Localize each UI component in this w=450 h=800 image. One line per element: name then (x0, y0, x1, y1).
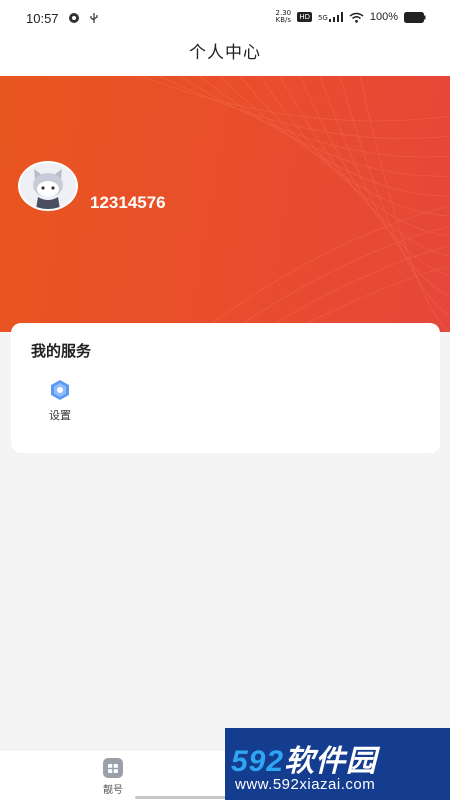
network-type: 5G (318, 12, 343, 22)
services-title: 我的服务 (31, 342, 92, 360)
net-speed: 2.30 KB/s (275, 10, 292, 24)
notification-icon (69, 13, 79, 23)
watermark-brand-num: 592 (231, 745, 285, 778)
wifi-icon (349, 12, 364, 23)
settings-hex-icon (51, 380, 69, 400)
watermark-brand-text: 软件园 (284, 745, 378, 778)
watermark-url: www.592xiazai.com (235, 776, 376, 793)
signal-icon (328, 12, 343, 22)
hd-badge: HD (297, 12, 312, 22)
net-speed-unit: KB/s (275, 16, 292, 24)
status-time: 10:57 (26, 11, 59, 26)
grid-box-icon (103, 758, 123, 778)
tab-number[interactable]: 靓号 (83, 757, 143, 796)
battery-icon (404, 11, 426, 23)
avatar[interactable] (18, 161, 78, 211)
usb-icon (90, 13, 98, 23)
status-bar: 10:57 2.30 KB/s HD 5G 100% (0, 0, 450, 38)
profile-banner: 12314576 (0, 76, 450, 332)
user-id: 12314576 (90, 193, 166, 212)
avatar-cat-icon (20, 163, 76, 209)
watermark-logo: 592软件园 www.592xiazai.com (225, 728, 450, 800)
battery-percent: 100% (369, 11, 398, 23)
service-item-settings[interactable]: 设置 (39, 378, 81, 423)
services-card: 我的服务 设置 (11, 323, 440, 453)
tab-label: 靓号 (103, 785, 123, 796)
service-item-label: 设置 (49, 409, 71, 422)
network-label: 5G (317, 14, 328, 22)
page-title: 个人中心 (189, 43, 261, 63)
page-header: 个人中心 (0, 38, 450, 76)
watermark-brand: 592软件园 (231, 736, 377, 780)
status-right: 2.30 KB/s HD 5G 100% (275, 10, 426, 24)
